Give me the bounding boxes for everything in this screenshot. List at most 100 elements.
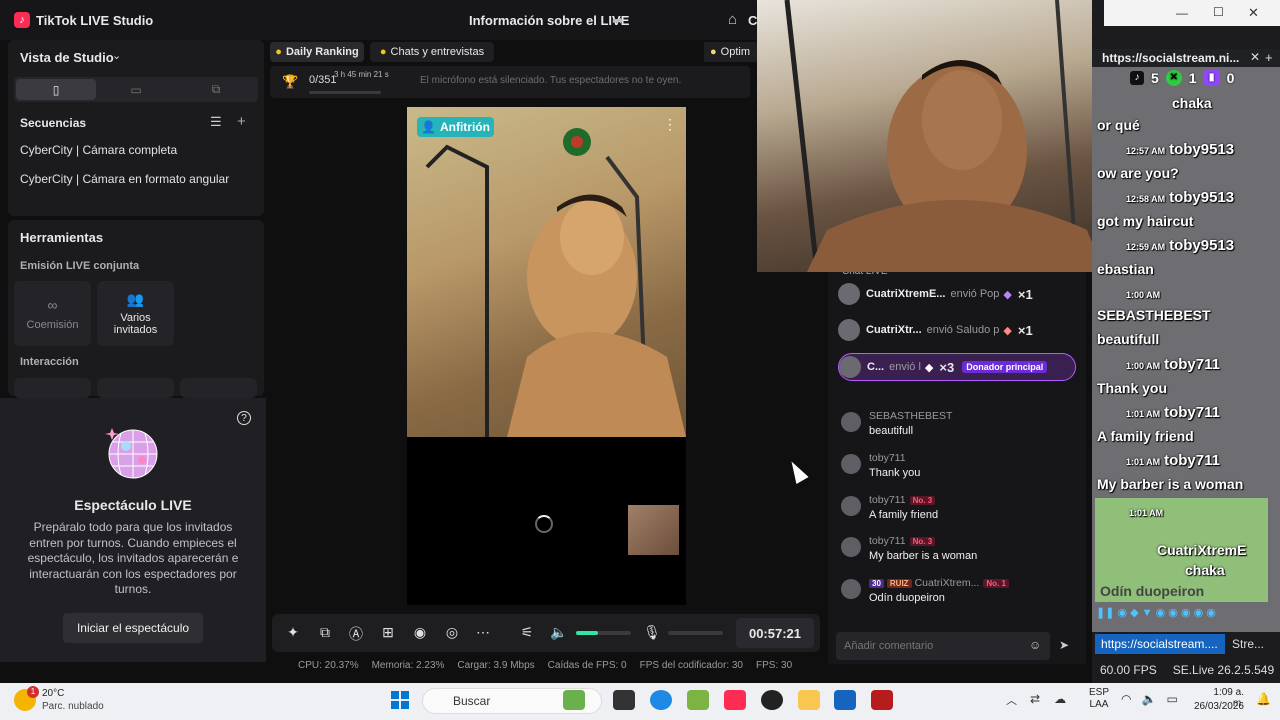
tiktok-studio-taskbar-icon[interactable]: [724, 690, 746, 710]
co-host-card[interactable]: ∞ Coemisión: [14, 281, 91, 346]
help-icon[interactable]: ?: [237, 411, 251, 425]
cloud-icon[interactable]: ☁: [1054, 692, 1066, 706]
interaction-card[interactable]: [180, 378, 257, 398]
avatar: [839, 356, 861, 378]
guest-video-thumbnail[interactable]: [628, 505, 679, 555]
stream-tab[interactable]: Stre...: [1232, 634, 1264, 651]
start-show-button[interactable]: Iniciar el espectáculo: [63, 613, 203, 643]
list-icon[interactable]: ☰: [210, 114, 222, 130]
notification-icon[interactable]: 🔔: [1256, 692, 1271, 706]
minimize-icon[interactable]: —: [1176, 6, 1188, 20]
avatar: [841, 496, 861, 516]
store-icon[interactable]: [834, 690, 856, 710]
landscape-layout-tab[interactable]: ▭: [96, 79, 176, 100]
daily-ranking-label: Daily Ranking: [285, 46, 359, 58]
app-icon[interactable]: [871, 690, 893, 710]
add-source-icon[interactable]: ⊞: [379, 624, 397, 641]
portrait-layout-tab[interactable]: ▯: [16, 79, 96, 100]
add-icon[interactable]: +: [237, 113, 246, 130]
obs-icon[interactable]: [761, 690, 783, 710]
wifi-icon[interactable]: ◠: [1121, 692, 1131, 706]
optimize-label: Optim: [720, 46, 750, 58]
gift-action: envió Saludo p: [926, 324, 1000, 336]
weather-alert-badge: 1: [27, 686, 39, 698]
file-explorer-icon[interactable]: [798, 690, 820, 710]
chat-text: A family friend: [869, 509, 939, 521]
highlighted-message: 1:01 AM CuatriXtremE chaka Odín duopeiro…: [1095, 498, 1268, 602]
chat-text: Odín duopeiron: [869, 592, 945, 604]
send-icon[interactable]: ➤: [1059, 638, 1069, 652]
volume-icon[interactable]: 🔈: [1141, 692, 1156, 706]
emote-row-icons: ❚❚ ◉ ◆ ▼ ◉ ◉ ◉ ◉ ◉: [1096, 607, 1216, 619]
gift-user: C...: [867, 361, 885, 373]
close-icon[interactable]: ✕: [1248, 5, 1259, 21]
mixer-icon[interactable]: ⚟: [518, 624, 536, 641]
interaction-card[interactable]: [97, 378, 174, 398]
chevron-down-icon[interactable]: ⌄: [112, 49, 121, 62]
phone-icon: ▯: [52, 82, 60, 97]
mic-slider[interactable]: [668, 631, 723, 635]
host-video-preview[interactable]: [407, 107, 686, 438]
live-info-title[interactable]: Información sobre el LIVE: [469, 13, 629, 28]
weather-temperature[interactable]: 20°C: [42, 688, 64, 699]
task-view-icon[interactable]: [613, 690, 635, 710]
gift-row[interactable]: CuatriXtr... envió Saludo p ◆ ×1: [838, 316, 1076, 344]
network-app-icon[interactable]: ⇄: [1030, 692, 1040, 706]
edge-browser-icon[interactable]: [650, 690, 672, 710]
screen-share-icon[interactable]: ⧉: [316, 624, 334, 641]
twitch-icon: ▮: [1203, 70, 1220, 86]
tray-overflow-icon[interactable]: ︿: [1006, 692, 1017, 708]
windows-start-icon[interactable]: [390, 690, 410, 710]
multi-layout-tab[interactable]: ⧉: [176, 79, 256, 100]
webcam-overlay-window[interactable]: [757, 0, 1104, 273]
social-stream-url-tab[interactable]: https://socialstream....: [1095, 634, 1225, 654]
chat-message[interactable]: toby711 No. 3 My barber is a woman: [841, 535, 1081, 562]
input-language[interactable]: ESP LAA: [1089, 687, 1109, 711]
battery-icon[interactable]: ▭: [1166, 692, 1177, 706]
weather-description[interactable]: Parc. nublado: [42, 701, 104, 712]
chat-message[interactable]: SEBASTHEBEST beautifull: [841, 410, 1081, 437]
widgets-app-icon[interactable]: [563, 690, 585, 710]
optimize-tab[interactable]: ● Optim: [704, 42, 760, 62]
studio-view-title[interactable]: Vista de Studio: [20, 50, 114, 65]
feed-name: toby711: [1164, 452, 1220, 469]
new-tab-icon[interactable]: +: [1265, 50, 1273, 65]
gift-count: ×3: [939, 359, 955, 375]
chat-message[interactable]: 30 RUIZ CuatriXtrem... No. 1 Odín duopeiron: [841, 577, 1081, 604]
gift-row[interactable]: CuatriXtremE... envió Pop ◆ ×1: [838, 280, 1076, 308]
interaction-card[interactable]: [14, 378, 91, 398]
home-icon[interactable]: ⌂: [728, 11, 737, 28]
record-icon[interactable]: ◉: [411, 624, 429, 641]
gift-user: CuatriXtr...: [866, 324, 922, 336]
host-video-image: [425, 128, 686, 438]
mic-muted-icon[interactable]: 🎙: [643, 624, 661, 641]
more-options-icon[interactable]: ⋮: [663, 116, 677, 133]
sequence-item[interactable]: CyberCity | Cámara en formato angular: [20, 172, 229, 186]
replay-icon[interactable]: ◎: [443, 624, 461, 641]
sequence-item[interactable]: CyberCity | Cámara completa: [20, 143, 177, 157]
feed-line: SEBASTHEBEST: [1097, 307, 1211, 323]
fps-stat: FPS: 30: [756, 660, 793, 671]
home-label[interactable]: C: [748, 13, 757, 28]
gift-row-top-donor[interactable]: C... envió l ◆ ×3 Donador principal: [838, 353, 1076, 381]
speaker-icon[interactable]: 🔈: [550, 624, 568, 641]
chats-interviews-tab[interactable]: ● Chats y entrevistas: [370, 42, 494, 62]
maximize-icon[interactable]: ☐: [1213, 5, 1224, 19]
magic-wand-icon[interactable]: ✦: [284, 624, 302, 641]
ai-icon[interactable]: Ⓐ: [347, 624, 365, 644]
emoji-icon[interactable]: ☺: [1029, 638, 1041, 652]
feed-time: 1:00 AM: [1126, 290, 1161, 300]
comment-input[interactable]: [836, 632, 1050, 660]
chat-message[interactable]: toby711 Thank you: [841, 452, 1081, 479]
daily-ranking-tab[interactable]: ● Daily Ranking: [270, 42, 364, 62]
more-icon[interactable]: ⋯: [474, 624, 492, 641]
close-tab-icon[interactable]: ✕: [1250, 50, 1260, 64]
landscape-icon: ▭: [130, 82, 142, 97]
app-icon[interactable]: [687, 690, 709, 710]
chat-message[interactable]: toby711 No. 3 A family friend: [841, 494, 1081, 521]
share-icon[interactable]: ➦: [612, 12, 624, 29]
multi-guest-card[interactable]: 👥 Varios invitados: [97, 281, 174, 346]
feed-line: My barber is a woman: [1097, 476, 1244, 492]
clock-date[interactable]: 26/03/2026: [1190, 701, 1244, 712]
thumb-icon: ●: [275, 46, 282, 58]
